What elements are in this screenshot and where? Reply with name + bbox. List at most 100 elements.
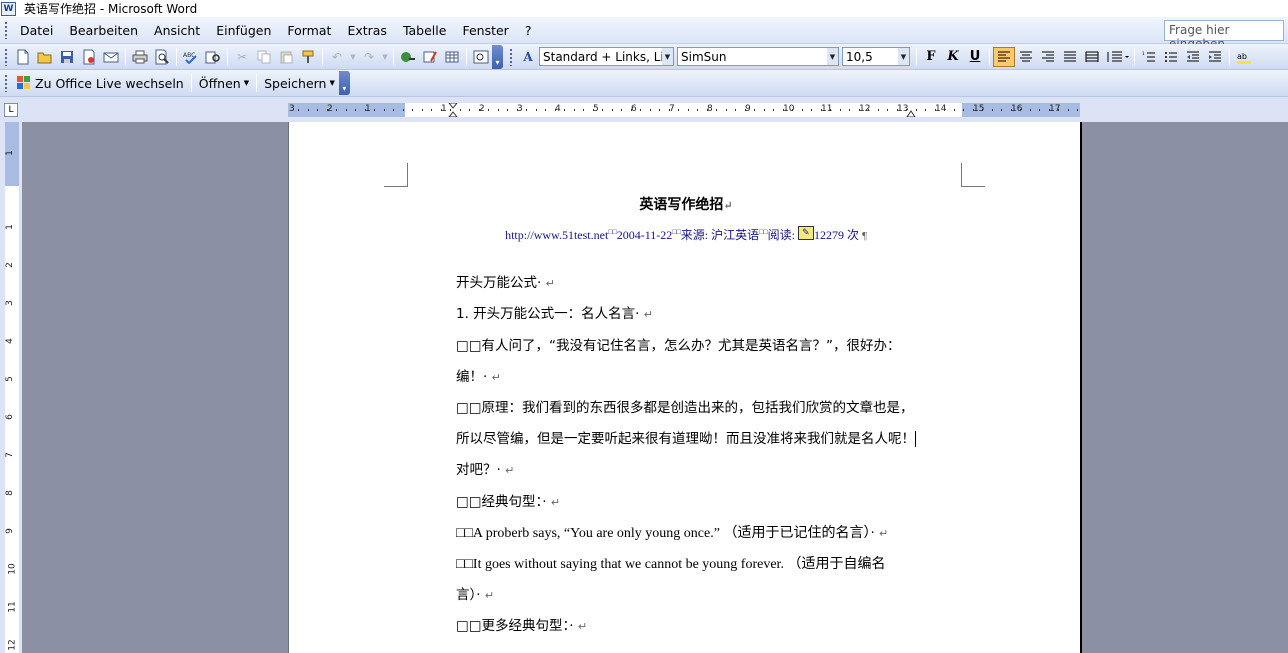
toolbar-grip[interactable] xyxy=(509,47,513,66)
paragraph[interactable]: 言）· ↵ xyxy=(456,580,494,611)
document-map-icon[interactable] xyxy=(471,47,491,67)
ruler-tick xyxy=(745,109,746,111)
insert-table-icon[interactable] xyxy=(442,47,462,67)
format-painter-icon[interactable] xyxy=(298,47,318,67)
toolbar-overflow-icon[interactable]: ▾ xyxy=(492,44,503,69)
ruler-tick xyxy=(697,109,698,111)
paragraph[interactable]: □□原理：我们看到的东西很多都是创造出来的，包括我们欣赏的文章也是， xyxy=(456,393,914,424)
paragraph[interactable]: □□A proberb says, “You are only young on… xyxy=(456,518,888,549)
tab-selector-icon[interactable]: L xyxy=(4,103,18,117)
reads-label: 阅读: xyxy=(767,228,795,242)
distributed-button[interactable] xyxy=(1081,47,1103,67)
paragraph[interactable]: □□有人问了，“我没有记住名言，怎么办？尤其是英语名言？”，很好办： xyxy=(456,331,901,362)
menu-einfuegen[interactable]: Einfügen xyxy=(208,17,279,44)
italic-button[interactable]: K xyxy=(942,47,964,67)
paragraph[interactable]: □□更多经典句型：· ↵ xyxy=(456,611,587,642)
chevron-down-icon[interactable]: ▼ xyxy=(898,48,909,65)
bullets-button[interactable] xyxy=(1160,47,1182,67)
menu-fenster[interactable]: Fenster xyxy=(454,17,516,44)
save-disk-icon[interactable] xyxy=(57,47,77,67)
decrease-indent-icon xyxy=(1187,51,1199,61)
menu-datei[interactable]: Datei xyxy=(12,17,61,44)
font-size-dropdown[interactable]: 10,5 ▼ xyxy=(842,47,910,66)
research-icon[interactable] xyxy=(203,47,223,67)
toolbar-grip[interactable] xyxy=(4,74,8,92)
justify-button[interactable] xyxy=(1059,47,1081,67)
source-line[interactable]: http://www.51test.net□□2004-11-22□□来源: 沪… xyxy=(289,226,1083,243)
tables-borders-icon[interactable] xyxy=(420,47,440,67)
menu-extras[interactable]: Extras xyxy=(339,17,395,44)
numbered-list-icon: 1 xyxy=(1142,51,1155,61)
ruler-tick xyxy=(574,109,575,111)
paragraph-mark: ↵ xyxy=(643,308,653,321)
align-left-button[interactable] xyxy=(993,46,1015,67)
paragraph[interactable]: 1. 开头万能公式一：名人名言· ↵ xyxy=(456,299,653,330)
undo-dropdown-icon[interactable]: ▼ xyxy=(349,47,357,67)
chevron-down-icon[interactable]: ▼ xyxy=(827,48,838,65)
align-right-button[interactable] xyxy=(1037,47,1059,67)
word-app-icon[interactable]: W xyxy=(1,1,16,16)
increase-indent-button[interactable] xyxy=(1204,47,1226,67)
toolbar-grip[interactable] xyxy=(4,47,8,66)
open-menu-button[interactable]: Öffnen ▼ xyxy=(195,73,253,93)
undo-icon[interactable]: ↶ xyxy=(327,47,347,67)
underline-button[interactable]: U xyxy=(964,47,986,67)
align-center-button[interactable] xyxy=(1015,47,1037,67)
ruler-tick xyxy=(726,109,727,111)
embedded-image-icon[interactable]: ✎ xyxy=(797,226,814,240)
menu-help[interactable]: ? xyxy=(517,17,540,44)
line-spacing-button[interactable] xyxy=(1103,47,1131,67)
ruler-tick xyxy=(602,109,603,111)
office-live-label: Zu Office Live wechseln xyxy=(35,75,184,91)
paragraph[interactable]: 对吧？· ↵ xyxy=(456,455,514,486)
cut-icon[interactable]: ✂ xyxy=(232,47,252,67)
horizontal-ruler[interactable]: 3 2 1 1 2 3 4 5 6 7 8 9 10 11 12 13 14 15 16 17 xyxy=(288,103,1080,117)
spelling-check-icon[interactable]: ABC xyxy=(181,47,201,67)
ruler-tick xyxy=(1077,109,1078,111)
ruler-number: 8 xyxy=(4,490,15,496)
hyperlink-icon[interactable] xyxy=(398,47,418,67)
document-page[interactable]: 英语写作绝招↵ http://www.51test.net□□2004-11-2… xyxy=(288,122,1082,653)
new-document-icon[interactable] xyxy=(13,47,33,67)
print-preview-icon[interactable] xyxy=(152,47,172,67)
paragraph[interactable]: □□It goes without saying that we cannot … xyxy=(456,549,885,580)
menubar-grip[interactable] xyxy=(4,21,8,39)
document-heading[interactable]: 英语写作绝招↵ xyxy=(289,194,1083,214)
toolbar-separator xyxy=(125,47,126,66)
chevron-down-icon[interactable]: ▼ xyxy=(662,48,673,65)
numbering-button[interactable]: 1 xyxy=(1138,47,1160,67)
ruler-tick xyxy=(754,109,755,111)
menu-tabelle[interactable]: Tabelle xyxy=(395,17,455,44)
email-icon[interactable] xyxy=(101,47,121,67)
toolbar-overflow-icon[interactable]: ▾ xyxy=(338,71,350,95)
vertical-ruler[interactable]: 1 1 2 3 4 5 6 7 8 9 10 11 12 xyxy=(5,122,19,653)
source-url[interactable]: http://www.51test.net xyxy=(505,228,608,242)
print-icon[interactable] xyxy=(130,47,150,67)
redo-icon[interactable]: ↷ xyxy=(359,47,379,67)
paragraph[interactable]: 编！· ↵ xyxy=(456,362,501,393)
highlight-button[interactable]: ab xyxy=(1233,47,1255,67)
save-menu-button[interactable]: Speichern ▼ xyxy=(260,73,339,93)
paragraph[interactable]: 开头万能公式· ↵ xyxy=(456,268,555,299)
menu-ansicht[interactable]: Ansicht xyxy=(146,17,208,44)
ruler-tick xyxy=(593,109,594,111)
font-dropdown[interactable]: SimSun ▼ xyxy=(677,47,839,66)
heading-text: 英语写作绝招 xyxy=(639,197,724,213)
menu-format[interactable]: Format xyxy=(279,17,339,44)
style-dropdown[interactable]: Standard + Links, Links ▼ xyxy=(539,47,674,66)
open-folder-icon[interactable] xyxy=(35,47,55,67)
help-search-input[interactable]: Frage hier eingeben xyxy=(1164,20,1284,51)
office-live-button[interactable]: Zu Office Live wechseln xyxy=(12,73,188,93)
ruler-number: 1 xyxy=(4,224,15,230)
styles-formatting-icon[interactable]: A xyxy=(518,47,538,67)
paragraph[interactable]: □□经典句型：· ↵ xyxy=(456,487,560,518)
permission-icon[interactable] xyxy=(79,47,99,67)
paragraph[interactable]: 所以尽管编，但是一定要听起来很有道理呦！而且没准将来我们就是名人呢！ xyxy=(456,424,916,455)
decrease-indent-button[interactable] xyxy=(1182,47,1204,67)
menu-bearbeiten[interactable]: Bearbeiten xyxy=(61,17,146,44)
redo-dropdown-icon[interactable]: ▼ xyxy=(381,47,389,67)
bold-button[interactable]: F xyxy=(920,47,942,67)
copy-icon[interactable] xyxy=(254,47,274,67)
paste-icon[interactable] xyxy=(276,47,296,67)
ruler-tick xyxy=(982,109,983,111)
